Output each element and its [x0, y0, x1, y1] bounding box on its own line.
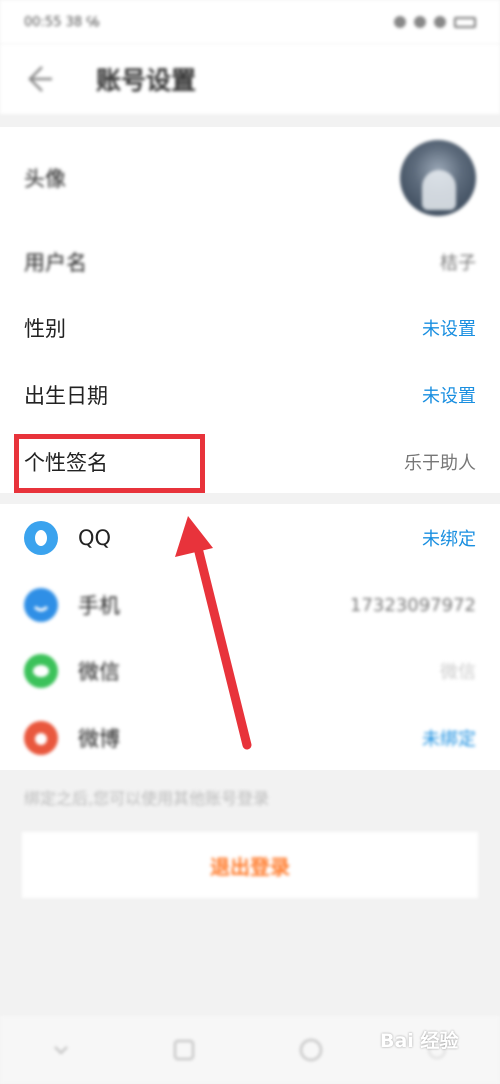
annotation-arrow-icon: [175, 516, 252, 750]
watermark: Bai 经验: [380, 1030, 459, 1052]
